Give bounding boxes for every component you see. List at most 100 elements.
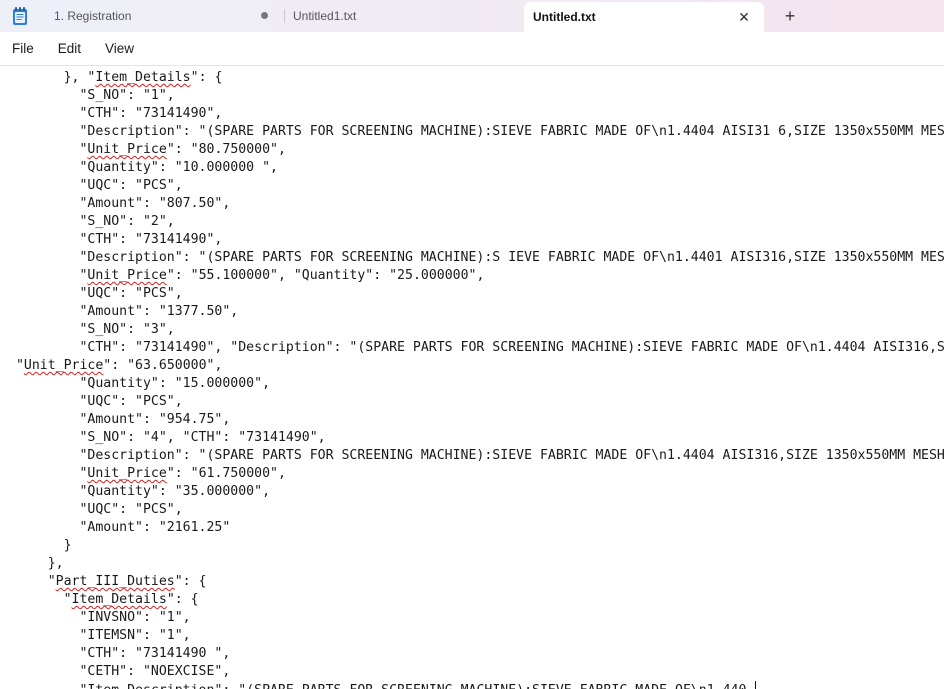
text-segment: " [8,592,72,607]
text-segment: "S_NO": "3", [8,322,175,337]
text-segment: ": "(SPARE PARTS FOR SCREENING MACHINE):… [214,683,754,689]
text-line: "CTH": "73141490", "Description": "(SPAR… [8,339,944,357]
text-line: "Amount": "1377.50", [8,303,238,321]
text-segment: } [8,538,72,553]
menu-view[interactable]: View [93,32,146,65]
misspelled-word: Item_Details [71,592,167,607]
text-line: "UQC": "PCS", [8,177,183,195]
text-segment: "Amount": "1377.50", [8,304,239,319]
text-line: "Unit_Price": "63.650000", [8,357,222,375]
text-segment: ": "80.750000", [166,142,286,157]
text-segment: "UQC": "PCS", [8,502,183,517]
text-segment: "CTH": "73141490 ", [8,646,231,661]
misspelled-word: Item_Description [87,683,214,689]
text-segment: "UQC": "PCS", [8,394,183,409]
text-line: }, "Item_Details": { [8,69,223,87]
text-segment: "UQC": "PCS", [8,286,183,301]
text-line: "S_NO": "3", [8,321,175,339]
text-segment: " [8,466,88,481]
text-segment: "Quantity": "35.000000", [8,484,271,499]
misspelled-word: Part_III_Duties [55,574,175,589]
menu-bar: File Edit View [0,32,944,66]
text-segment: "CTH": "73141490", [8,106,223,121]
text-segment: ": "61.750000", [166,466,286,481]
text-segment: "Description": "(SPARE PARTS FOR SCREENI… [8,250,944,265]
tab-label: Untitled1.txt [293,9,357,23]
tab-label: 1. Registration [54,9,132,23]
text-line: "Description": "(SPARE PARTS FOR SCREENI… [8,249,944,267]
text-line: }, [8,555,64,573]
text-segment: "Amount": "954.75", [8,412,231,427]
text-line: "Amount": "2161.25" [8,519,230,537]
text-segment: "CTH": "73141490", "Description": "(SPAR… [8,340,944,355]
text-segment: }, " [8,70,96,85]
misspelled-word: Unit_Price [87,142,167,157]
text-segment: " [8,142,88,157]
text-line: "Item_Description": "(SPARE PARTS FOR SC… [8,681,757,689]
tab-bar: 1. Registration Untitled1.txt Untitled.t… [0,0,944,32]
text-line: "Description": "(SPARE PARTS FOR SCREENI… [8,447,944,465]
tab-untitled-active[interactable]: Untitled.txt ✕ [524,2,764,32]
text-line: "Description": "(SPARE PARTS FOR SCREENI… [8,123,944,141]
misspelled-word: Unit_Price [87,466,167,481]
text-line: "UQC": "PCS", [8,393,183,411]
close-tab-icon[interactable]: ✕ [736,9,752,25]
menu-file[interactable]: File [0,32,46,65]
text-segment: "Quantity": "15.000000", [8,376,271,391]
text-line: "CTH": "73141490", [8,105,222,123]
tab-registration[interactable]: 1. Registration [44,0,280,32]
text-line: "S_NO": "1", [8,87,175,105]
text-line: "CTH": "73141490", [8,231,222,249]
text-line: "CTH": "73141490 ", [8,645,230,663]
text-line: "Unit_Price": "80.750000", [8,141,286,159]
text-line: "ITEMSN": "1", [8,627,191,645]
text-segment: "ITEMSN": "1", [8,628,191,643]
text-segment: "Amount": "2161.25" [8,520,231,535]
text-caret [755,681,757,689]
text-segment: " [8,683,87,689]
text-line: "UQC": "PCS", [8,285,183,303]
misspelled-word: Unit_Price [87,268,167,283]
text-segment: ": { [190,70,223,85]
text-segment: ": "55.100000", "Quantity": "25.000000", [166,268,485,283]
text-line: "Quantity": "15.000000", [8,375,270,393]
text-segment: "S_NO": "1", [8,88,175,103]
text-line: } [8,537,72,555]
misspelled-word: Item_Details [95,70,191,85]
tab-label: Untitled.txt [533,10,596,24]
text-segment: "INVSNO": "1", [8,610,191,625]
text-segment: "UQC": "PCS", [8,178,183,193]
text-segment: " [8,574,56,589]
text-segment: " [8,358,24,373]
text-editor[interactable]: }, "Item_Details": { "S_NO": "1", "CTH":… [0,66,944,689]
text-segment: "Description": "(SPARE PARTS FOR SCREENI… [8,448,944,463]
text-line: "Amount": "807.50", [8,195,230,213]
tab-divider [284,9,285,23]
text-segment: "S_NO": "2", [8,214,175,229]
menu-edit[interactable]: Edit [46,32,93,65]
text-line: "Item_Details": { [8,591,199,609]
text-line: "Amount": "954.75", [8,411,230,429]
unsaved-dot-icon [261,12,268,19]
text-line: "Quantity": "35.000000", [8,483,270,501]
text-line: "S_NO": "2", [8,213,175,231]
text-line: "S_NO": "4", "CTH": "73141490", [8,429,325,447]
tab-untitled1[interactable]: Untitled1.txt [288,0,520,32]
text-segment: "Quantity": "10.000000 ", [8,160,278,175]
misspelled-word: Unit_Price [23,358,104,373]
text-line: "INVSNO": "1", [8,609,191,627]
text-segment: ": { [166,592,199,607]
text-segment: "CTH": "73141490", [8,232,223,247]
text-segment: "Amount": "807.50", [8,196,231,211]
text-line: "Quantity": "10.000000 ", [8,159,278,177]
notepad-app-icon [13,7,27,25]
text-line: "CETH": "NOEXCISE", [8,663,230,681]
add-tab-button[interactable]: + [779,5,801,27]
text-segment: "CETH": "NOEXCISE", [8,664,231,679]
text-line: "UQC": "PCS", [8,501,183,519]
text-segment: " [8,268,88,283]
text-segment: ": "63.650000", [103,358,223,373]
text-line: "Part_III_Duties": { [8,573,207,591]
text-segment: ": { [174,574,207,589]
text-line: "Unit_Price": "61.750000", [8,465,286,483]
